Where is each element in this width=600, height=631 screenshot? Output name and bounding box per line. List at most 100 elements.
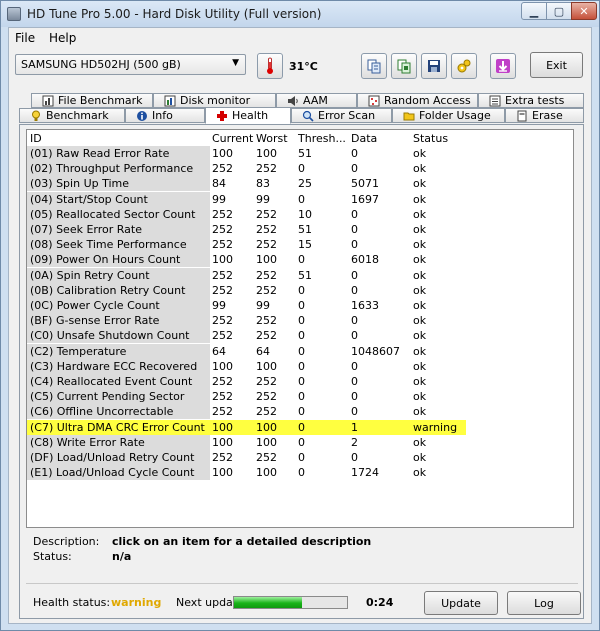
tab-folder-usage[interactable]: Folder Usage — [392, 108, 505, 123]
tab-aam[interactable]: AAM — [276, 93, 357, 108]
description-label: Description: — [33, 535, 100, 548]
table-row[interactable]: (C7) Ultra DMA CRC Error Count 100 100 0 1 wa… — [27, 419, 466, 435]
column-header-worst[interactable]: Worst — [256, 132, 288, 145]
column-header-data[interactable]: Data — [351, 132, 377, 145]
maximize-button[interactable]: ▢ — [546, 2, 572, 20]
cell-worst: 100 — [256, 147, 277, 160]
table-row[interactable]: (C8) Write Error Rate 100 100 0 2 ok — [27, 434, 573, 450]
cell-id-text: (02) Throughput Performance — [30, 162, 194, 176]
table-row[interactable]: (C2) Temperature 64 64 0 1048607 ok — [27, 343, 573, 359]
column-header-threshold[interactable]: Thresh... — [298, 132, 346, 145]
menu-file[interactable]: File — [15, 31, 35, 45]
table-row[interactable]: (01) Raw Read Error Rate 100 100 51 0 ok — [27, 146, 573, 161]
table-row[interactable]: (C3) Hardware ECC Recovered 100 100 0 0 ok — [27, 358, 573, 374]
update-progress-bar — [233, 596, 348, 609]
tab-file-benchmark[interactable]: File Benchmark — [31, 93, 153, 108]
cell-id: (DF) Load/Unload Retry Count — [27, 450, 210, 465]
cell-status: ok — [413, 451, 427, 464]
table-row[interactable]: (0B) Calibration Retry Count 252 252 0 0 ok — [27, 282, 573, 298]
copy-info-button[interactable] — [361, 53, 387, 79]
cell-worst: 252 — [256, 223, 277, 236]
table-row[interactable]: (05) Reallocated Sector Count 252 252 10 0 ok — [27, 206, 573, 222]
cell-id: (C7) Ultra DMA CRC Error Count — [27, 419, 210, 435]
save-button[interactable] — [421, 53, 447, 79]
table-row[interactable]: (C5) Current Pending Sector 252 252 0 0 ok — [27, 389, 573, 405]
cell-id: (E1) Load/Unload Cycle Count — [27, 465, 210, 481]
menu-help[interactable]: Help — [49, 31, 76, 45]
speaker-icon — [288, 95, 298, 106]
cell-id: (07) Seek Error Rate — [27, 222, 210, 237]
tab-disk-monitor[interactable]: Disk monitor — [153, 93, 276, 108]
cell-threshold: 0 — [298, 344, 305, 358]
table-row[interactable]: (07) Seek Error Rate 252 252 51 0 ok — [27, 222, 573, 237]
menu-bar: File Help — [9, 28, 591, 48]
column-header-current[interactable]: Current — [212, 132, 253, 145]
cell-status: ok — [413, 283, 427, 297]
cell-status: ok — [413, 177, 427, 191]
cell-current: 252 — [212, 329, 233, 343]
table-row[interactable]: (DF) Load/Unload Retry Count 252 252 0 0 ok — [27, 450, 573, 465]
tab-health[interactable]: Health — [205, 107, 291, 124]
tab-extra-tests[interactable]: Extra tests — [478, 93, 584, 108]
cell-worst: 252 — [256, 390, 277, 404]
column-header-id[interactable]: ID — [30, 132, 42, 145]
cell-data: 0 — [351, 390, 358, 404]
cell-worst: 252 — [256, 314, 277, 328]
log-button[interactable]: Log — [507, 591, 581, 615]
options-button[interactable] — [451, 53, 477, 79]
table-row[interactable]: (BF) G-sense Error Rate 252 252 0 0 ok — [27, 313, 573, 329]
column-header-status[interactable]: Status — [413, 132, 448, 145]
minimize-icon: ▁ — [529, 4, 539, 18]
table-row[interactable]: (04) Start/Stop Count 99 99 0 1697 ok — [27, 191, 573, 207]
cell-data: 0 — [351, 375, 358, 388]
temperature-button[interactable] — [257, 53, 283, 79]
tab-label: Random Access — [384, 94, 471, 107]
tab-random-access[interactable]: Random Access — [357, 93, 478, 108]
cell-current: 252 — [212, 390, 233, 404]
drive-selector[interactable]: SAMSUNG HD502HJ (500 gB) ▼ — [15, 54, 246, 75]
copy-info-icon — [367, 59, 381, 74]
download-button[interactable] — [490, 53, 516, 79]
cell-threshold: 0 — [298, 162, 305, 176]
cell-id: (01) Raw Read Error Rate — [27, 146, 210, 161]
exit-button[interactable]: Exit — [530, 52, 583, 78]
tab-benchmark[interactable]: Benchmark — [19, 108, 125, 123]
cell-worst: 100 — [256, 466, 277, 480]
table-row[interactable]: (C6) Offline Uncorrectable 252 252 0 0 ok — [27, 404, 573, 420]
tab-error-scan[interactable]: Error Scan — [291, 108, 392, 123]
cell-data: 0 — [351, 238, 358, 252]
cell-id: (09) Power On Hours Count — [27, 252, 210, 268]
cell-current: 100 — [212, 253, 233, 267]
cell-id-text: (C5) Current Pending Sector — [30, 390, 185, 404]
cell-id: (0B) Calibration Retry Count — [27, 282, 210, 298]
cell-worst: 252 — [256, 405, 277, 419]
minimize-button[interactable]: ▁ — [521, 2, 547, 20]
table-row[interactable]: (C0) Unsafe Shutdown Count 252 252 0 0 ok — [27, 328, 573, 344]
table-row[interactable]: (C4) Reallocated Event Count 252 252 0 0 ok — [27, 374, 573, 389]
copy-screen-button[interactable] — [391, 53, 417, 79]
table-row[interactable]: (E1) Load/Unload Cycle Count 100 100 0 1724 o… — [27, 465, 573, 481]
tab-erase[interactable]: Erase — [505, 108, 584, 123]
cell-threshold: 0 — [298, 299, 305, 312]
cell-current: 252 — [212, 405, 233, 419]
smart-attributes-table[interactable]: ID Current Worst Thresh... Data Status (… — [26, 129, 574, 528]
cell-id: (C4) Reallocated Event Count — [27, 374, 210, 389]
health-status-label: Health status: — [33, 596, 111, 609]
table-row[interactable]: (03) Spin Up Time 84 83 25 5071 ok — [27, 176, 573, 192]
cell-id-text: (C6) Offline Uncorrectable — [30, 405, 174, 419]
table-row[interactable]: (02) Throughput Performance 252 252 0 0 ok — [27, 161, 573, 177]
table-row[interactable]: (0C) Power Cycle Count 99 99 0 1633 ok — [27, 298, 573, 313]
cell-data: 1 — [351, 420, 358, 434]
title-bar[interactable]: HD Tune Pro 5.00 - Hard Disk Utility (Fu… — [1, 1, 599, 27]
table-row[interactable]: (08) Seek Time Performance 252 252 15 0 ok — [27, 237, 573, 253]
table-row[interactable]: (09) Power On Hours Count 100 100 0 6018 ok — [27, 252, 573, 268]
close-button[interactable]: ✕ — [571, 2, 597, 20]
cell-data: 0 — [351, 162, 358, 176]
cell-data: 0 — [351, 405, 358, 419]
tab-label: AAM — [303, 94, 328, 107]
erase-icon — [517, 110, 527, 121]
table-row[interactable]: (0A) Spin Retry Count 252 252 51 0 ok — [27, 267, 573, 283]
update-button[interactable]: Update — [424, 591, 498, 615]
cell-worst: 252 — [256, 329, 277, 343]
tab-info[interactable]: Info — [125, 108, 205, 123]
